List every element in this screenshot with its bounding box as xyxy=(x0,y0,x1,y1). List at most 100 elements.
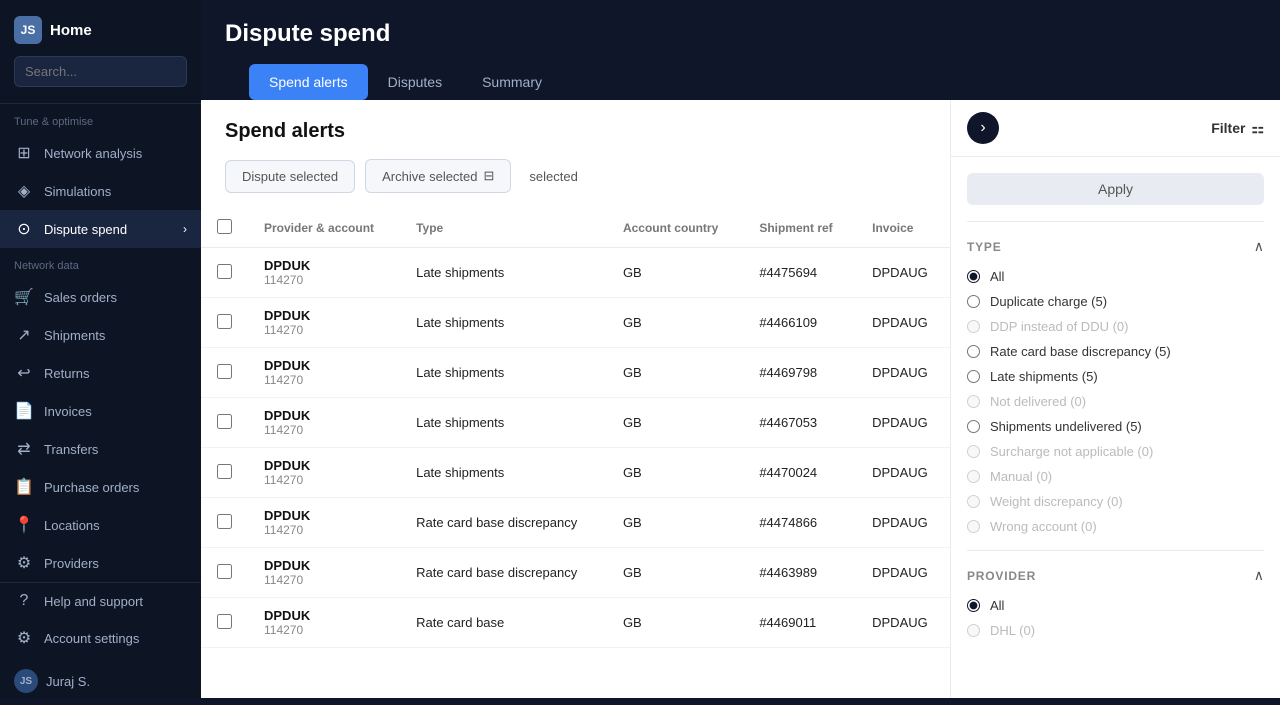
filter-provider-section: PROVIDER ∧ All DHL (0) xyxy=(951,551,1280,654)
filter-type-label-not-delivered: Not delivered (0) xyxy=(990,394,1086,409)
sidebar-search-input[interactable] xyxy=(25,64,201,79)
filter-type-label-rate-card-base: Rate card base discrepancy (5) xyxy=(990,344,1171,359)
returns-icon: ↩ xyxy=(14,363,34,383)
help-icon: ? xyxy=(14,592,34,610)
sidebar-item-purchase-orders[interactable]: 📋 Purchase orders xyxy=(0,468,201,506)
filter-provider-radio-dhl xyxy=(967,624,980,637)
provider-id: 114270 xyxy=(264,423,384,437)
sidebar-item-providers-label: Providers xyxy=(44,556,99,571)
col-checkbox xyxy=(201,209,248,248)
filter-type-label-ddp-instead-of-ddu: DDP instead of DDU (0) xyxy=(990,319,1128,334)
row-checkbox-0[interactable] xyxy=(217,264,232,279)
content-area: Spend alerts Dispute selected Archive se… xyxy=(201,100,1280,698)
row-checkbox-3[interactable] xyxy=(217,414,232,429)
sidebar-item-simulations[interactable]: ◈ Simulations xyxy=(0,172,201,210)
provider-name: DPDUK xyxy=(264,508,384,523)
chevron-right-icon: › xyxy=(183,222,187,236)
row-shipment-cell: #4474866 xyxy=(743,498,856,548)
filter-type-option-late-shipments[interactable]: Late shipments (5) xyxy=(967,369,1264,384)
row-invoice-cell: DPDAUG xyxy=(856,398,950,448)
row-type-cell: Late shipments xyxy=(400,248,607,298)
filter-type-header: TYPE ∧ xyxy=(967,238,1264,255)
sidebar-item-sales-orders-label: Sales orders xyxy=(44,290,117,305)
sidebar-item-sales-orders[interactable]: 🛒 Sales orders xyxy=(0,278,201,316)
sidebar-item-dispute-spend[interactable]: ⊙ Dispute spend › xyxy=(0,210,201,248)
filter-type-option-rate-card-base[interactable]: Rate card base discrepancy (5) xyxy=(967,344,1264,359)
header-row: Spend alerts Disputes Summary 🔍 xyxy=(225,64,1256,100)
providers-icon: ⚙ xyxy=(14,553,34,573)
sidebar-item-shipments[interactable]: ↗ Shipments xyxy=(0,316,201,354)
row-shipment-cell: #4469011 xyxy=(743,598,856,648)
row-invoice-cell: DPDAUG xyxy=(856,298,950,348)
filter-type-radio-duplicate-charge[interactable] xyxy=(967,295,980,308)
tab-disputes[interactable]: Disputes xyxy=(368,64,462,100)
dispute-selected-button[interactable]: Dispute selected xyxy=(225,160,355,193)
apply-button[interactable]: Apply xyxy=(967,173,1264,205)
row-checkbox-4[interactable] xyxy=(217,464,232,479)
filter-type-option-shipments-undelivered[interactable]: Shipments undelivered (5) xyxy=(967,419,1264,434)
tab-summary[interactable]: Summary xyxy=(462,64,562,100)
table-row: DPDUK 114270 Late shipments GB #4466109 … xyxy=(201,298,950,348)
filter-toggle-button[interactable]: › xyxy=(967,112,999,144)
row-checkbox-6[interactable] xyxy=(217,564,232,579)
archive-selected-button[interactable]: Archive selected ⊟ xyxy=(365,159,511,193)
filter-top: › Filter ⚏ xyxy=(951,100,1280,157)
row-checkbox-cell xyxy=(201,448,248,498)
row-type-cell: Late shipments xyxy=(400,398,607,448)
dispute-spend-icon: ⊙ xyxy=(14,219,34,239)
filter-type-label-manual: Manual (0) xyxy=(990,469,1052,484)
table-body: DPDUK 114270 Late shipments GB #4475694 … xyxy=(201,248,950,648)
filter-provider-option-dhl: DHL (0) xyxy=(967,623,1264,638)
filter-type-radio-manual xyxy=(967,470,980,483)
sidebar-item-providers[interactable]: ⚙ Providers xyxy=(0,544,201,582)
provider-id: 114270 xyxy=(264,573,384,587)
row-invoice-cell: DPDAUG xyxy=(856,248,950,298)
filter-label-button[interactable]: Filter ⚏ xyxy=(1211,120,1264,137)
sidebar-item-help[interactable]: ? Help and support xyxy=(0,583,201,619)
sidebar-item-transfers-label: Transfers xyxy=(44,442,98,457)
filter-type-label-duplicate-charge: Duplicate charge (5) xyxy=(990,294,1107,309)
filter-type-radio-shipments-undelivered[interactable] xyxy=(967,420,980,433)
row-type-cell: Late shipments xyxy=(400,348,607,398)
sidebar-item-purchase-orders-label: Purchase orders xyxy=(44,480,139,495)
row-provider-cell: DPDUK 114270 xyxy=(248,448,400,498)
account-settings-icon: ⚙ xyxy=(14,628,34,648)
filter-type-option-not-delivered: Not delivered (0) xyxy=(967,394,1264,409)
provider-id: 114270 xyxy=(264,273,384,287)
sidebar-item-returns[interactable]: ↩ Returns xyxy=(0,354,201,392)
sidebar-item-network-analysis[interactable]: ⊞ Network analysis xyxy=(0,134,201,172)
row-provider-cell: DPDUK 114270 xyxy=(248,398,400,448)
filter-type-radio-all[interactable] xyxy=(967,270,980,283)
row-shipment-cell: #4475694 xyxy=(743,248,856,298)
filter-provider-radio-all[interactable] xyxy=(967,599,980,612)
row-checkbox-2[interactable] xyxy=(217,364,232,379)
filter-type-collapse-icon[interactable]: ∧ xyxy=(1254,238,1264,255)
row-type-cell: Rate card base discrepancy xyxy=(400,548,607,598)
filter-provider-collapse-icon[interactable]: ∧ xyxy=(1254,567,1264,584)
row-type-cell: Rate card base discrepancy xyxy=(400,498,607,548)
filter-provider-option-all[interactable]: All xyxy=(967,598,1264,613)
filter-type-option-duplicate-charge[interactable]: Duplicate charge (5) xyxy=(967,294,1264,309)
sidebar-item-invoices[interactable]: 📄 Invoices xyxy=(0,392,201,430)
select-all-checkbox[interactable] xyxy=(217,219,232,234)
row-checkbox-5[interactable] xyxy=(217,514,232,529)
filter-icon: ⚏ xyxy=(1251,120,1264,137)
filter-type-radio-late-shipments[interactable] xyxy=(967,370,980,383)
sidebar-item-account-settings[interactable]: ⚙ Account settings xyxy=(0,619,201,657)
row-checkbox-7[interactable] xyxy=(217,614,232,629)
sidebar-item-locations-label: Locations xyxy=(44,518,100,533)
table-title: Spend alerts xyxy=(225,120,926,143)
sidebar-logo[interactable]: JS Home xyxy=(14,16,187,44)
sidebar-section-tune-label: Tune & optimise xyxy=(0,104,201,134)
row-checkbox-cell xyxy=(201,398,248,448)
sidebar-item-transfers[interactable]: ⇄ Transfers xyxy=(0,430,201,468)
sidebar: JS Home 🔍 Tune & optimise ⊞ Network anal… xyxy=(0,0,201,698)
filter-type-option-all[interactable]: All xyxy=(967,269,1264,284)
row-shipment-cell: #4470024 xyxy=(743,448,856,498)
row-checkbox-cell xyxy=(201,348,248,398)
purchase-orders-icon: 📋 xyxy=(14,477,34,497)
filter-type-radio-rate-card-base[interactable] xyxy=(967,345,980,358)
row-checkbox-1[interactable] xyxy=(217,314,232,329)
tab-spend-alerts[interactable]: Spend alerts xyxy=(249,64,368,100)
sidebar-item-locations[interactable]: 📍 Locations xyxy=(0,506,201,544)
